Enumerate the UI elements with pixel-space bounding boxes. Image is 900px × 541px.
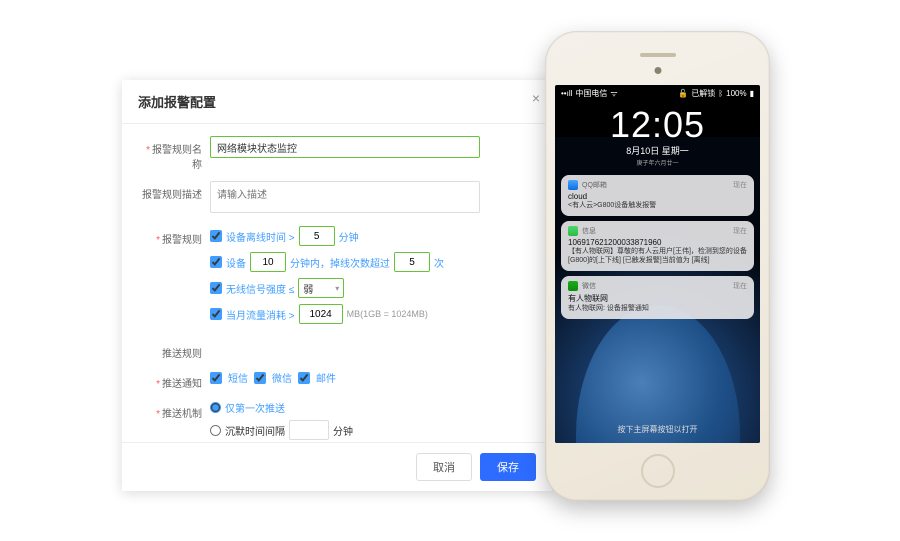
modal-body: *报警规则名称 报警规则描述 *报警规则 设备离线时间 > 分钟 bbox=[122, 124, 552, 445]
rule2-value-input[interactable] bbox=[250, 252, 286, 272]
notif2-body: 【有人物联网】尊敬的有人云用户[王伟]，检测到您的设备[G800]的[上下线] … bbox=[568, 247, 747, 265]
time-label: 12:05 bbox=[555, 104, 760, 146]
mech-once-label: 仅第一次推送 bbox=[225, 400, 285, 415]
lock-icon: 🔓 bbox=[678, 89, 688, 98]
modal-header: 添加报警配置 × bbox=[122, 80, 552, 124]
label-push-mech: *推送机制 bbox=[138, 400, 210, 420]
phone-speaker bbox=[640, 53, 676, 57]
push-email-label: 邮件 bbox=[316, 370, 336, 385]
cancel-button[interactable]: 取消 bbox=[416, 453, 472, 481]
rule1-label: 设备离线时间 > bbox=[226, 229, 295, 244]
close-icon[interactable]: × bbox=[532, 90, 540, 106]
date-label: 8月10日 星期一 bbox=[555, 144, 760, 157]
rule-desc-textarea[interactable] bbox=[210, 181, 480, 213]
notif2-title: 106917621200033871960 bbox=[568, 238, 747, 247]
mech-silent-unit: 分钟 bbox=[333, 423, 353, 438]
rule1-value-input[interactable] bbox=[299, 226, 335, 246]
phone-mockup: ••ıll 中国电信 ᯤ 🔓 已解锁 ᛒ 100% ▮ 12:05 8月10日 … bbox=[545, 31, 770, 501]
notif2-app: 信息 bbox=[582, 226, 596, 236]
chevron-down-icon: ▾ bbox=[335, 284, 339, 293]
notif2-time: 现在 bbox=[733, 226, 747, 236]
mech-once-radio[interactable] bbox=[210, 402, 221, 413]
push-wechat-checkbox[interactable] bbox=[254, 372, 266, 384]
lock-clock: 12:05 8月10日 星期一 庚子年六月廿一 bbox=[555, 104, 760, 167]
qqmail-icon bbox=[568, 180, 578, 190]
label-push-rules: 推送规则 bbox=[138, 340, 210, 360]
signal-icon: ••ıll bbox=[561, 89, 572, 98]
label-alarm-rules: *报警规则 bbox=[138, 226, 210, 246]
notif1-time: 现在 bbox=[733, 180, 747, 190]
rule1-checkbox[interactable] bbox=[210, 230, 222, 242]
notification-wechat[interactable]: 微信 现在 有人物联网 有人物联网: 设备报警通知 bbox=[561, 276, 754, 319]
phone-camera-icon bbox=[654, 67, 661, 74]
rule2-value2-input[interactable] bbox=[394, 252, 430, 272]
rule2-mid: 分钟内，掉线次数超过 bbox=[290, 255, 390, 270]
rule4-unit: MB(1GB = 1024MB) bbox=[347, 309, 428, 319]
wifi-icon: ᯤ bbox=[610, 88, 617, 99]
wechat-icon bbox=[568, 281, 578, 291]
notif1-title: cloud bbox=[568, 192, 747, 201]
push-email-checkbox[interactable] bbox=[298, 372, 310, 384]
modal-footer: 取消 保存 bbox=[122, 442, 552, 491]
status-bar: ••ıll 中国电信 ᯤ 🔓 已解锁 ᛒ 100% ▮ bbox=[555, 85, 760, 102]
rule3-checkbox[interactable] bbox=[210, 282, 222, 294]
modal-title: 添加报警配置 bbox=[138, 92, 536, 111]
rule3-label: 无线信号强度 ≤ bbox=[226, 281, 294, 296]
label-rule-name: *报警规则名称 bbox=[138, 136, 210, 171]
notif3-time: 现在 bbox=[733, 281, 747, 291]
rule4-label: 当月流量消耗 > bbox=[226, 307, 295, 322]
notifications: QQ邮箱 现在 cloud <有人云>G800设备触发报警 信息 现在 1069… bbox=[561, 175, 754, 319]
notif1-app: QQ邮箱 bbox=[582, 180, 607, 190]
sms-icon bbox=[568, 226, 578, 236]
home-button[interactable] bbox=[641, 454, 675, 488]
notification-qqmail[interactable]: QQ邮箱 现在 cloud <有人云>G800设备触发报警 bbox=[561, 175, 754, 216]
save-button[interactable]: 保存 bbox=[480, 453, 536, 481]
battery-icon: ▮ bbox=[750, 89, 754, 98]
rule3-select[interactable]: 弱▾ bbox=[298, 278, 344, 298]
label-push-notify: *推送通知 bbox=[138, 370, 210, 390]
notif1-body: <有人云>G800设备触发报警 bbox=[568, 201, 747, 210]
push-sms-label: 短信 bbox=[228, 370, 248, 385]
label-rule-desc: 报警规则描述 bbox=[138, 181, 210, 201]
rule1-unit: 分钟 bbox=[339, 229, 359, 244]
rule2-unit: 次 bbox=[434, 255, 444, 270]
rule-name-input[interactable] bbox=[210, 136, 480, 158]
battery-label: 100% bbox=[726, 89, 746, 98]
rule2-label: 设备 bbox=[226, 255, 246, 270]
push-wechat-label: 微信 bbox=[272, 370, 292, 385]
alarm-config-modal: 添加报警配置 × *报警规则名称 报警规则描述 *报警规则 设备离线时间 > 分 bbox=[122, 80, 552, 491]
carrier-label: 中国电信 bbox=[575, 88, 607, 99]
bluetooth-icon: ᛒ bbox=[718, 89, 723, 98]
mech-silent-label: 沉默时间间隔 bbox=[225, 423, 285, 438]
mech-silent-input[interactable] bbox=[289, 420, 329, 440]
rule2-checkbox[interactable] bbox=[210, 256, 222, 268]
rule4-value-input[interactable] bbox=[299, 304, 343, 324]
locked-label: 已解锁 bbox=[691, 88, 715, 99]
push-sms-checkbox[interactable] bbox=[210, 372, 222, 384]
notif3-body: 有人物联网: 设备报警通知 bbox=[568, 304, 747, 313]
notif3-app: 微信 bbox=[582, 281, 596, 291]
phone-screen: ••ıll 中国电信 ᯤ 🔓 已解锁 ᛒ 100% ▮ 12:05 8月10日 … bbox=[555, 85, 760, 443]
notif3-title: 有人物联网 bbox=[568, 293, 747, 304]
unlock-hint: 按下主屏幕按钮以打开 bbox=[555, 424, 760, 435]
mech-silent-radio[interactable] bbox=[210, 425, 221, 436]
lunar-label: 庚子年六月廿一 bbox=[555, 158, 760, 167]
notification-sms[interactable]: 信息 现在 106917621200033871960 【有人物联网】尊敬的有人… bbox=[561, 221, 754, 271]
rule4-checkbox[interactable] bbox=[210, 308, 222, 320]
